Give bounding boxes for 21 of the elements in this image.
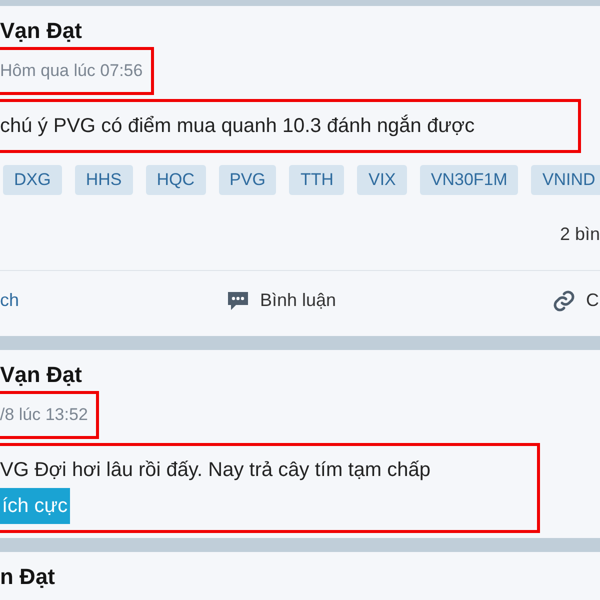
author-name: Vạn Đạt [0, 362, 83, 388]
comment-count: 2 bìn [560, 222, 600, 246]
ticker-tag[interactable]: PVG [218, 164, 276, 194]
sentiment-tag: ích cực [0, 488, 70, 524]
ticker-tag[interactable]: TTH [289, 164, 344, 194]
author-name: Vạn Đạt [0, 18, 83, 44]
post-time: Hôm qua lúc 07:56 [0, 47, 154, 94]
copy-link-button[interactable]: C [552, 287, 599, 314]
ticker-tag[interactable]: DXG [3, 164, 62, 194]
post-text: VG Đợi hơi lâu rồi đấy. Nay trả cây tím tạm chấp [0, 458, 430, 482]
react-link[interactable]: ch [0, 287, 226, 314]
author-name: n Đạt [0, 564, 56, 590]
comment-button[interactable]: Bình luận [226, 287, 552, 314]
ticker-tag[interactable]: VN30F1M [420, 164, 518, 194]
ticker-tag[interactable]: HHS [74, 164, 133, 194]
ticker-tag[interactable]: VNIND [531, 164, 600, 194]
post-time: /8 lúc 13:52 [0, 391, 99, 438]
post-text: chú ý PVG có điểm mua quanh 10.3 đánh ngắn được [0, 114, 475, 138]
link-icon [552, 288, 576, 312]
ticker-tag[interactable]: HQC [146, 164, 206, 194]
ticker-tag[interactable]: VIX [357, 164, 407, 194]
